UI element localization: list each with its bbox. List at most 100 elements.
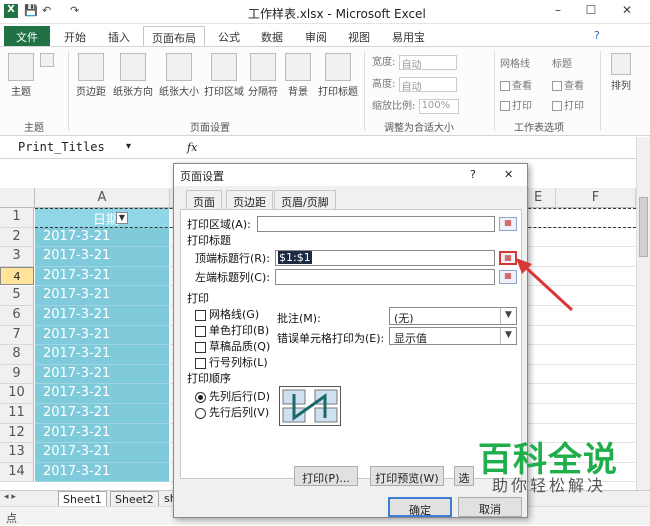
table-cell[interactable]: 2017-3-21 [35,462,169,483]
headings-view-checkbox[interactable]: 查看 [552,77,584,92]
comments-select[interactable]: (无) ▼ [389,307,517,325]
row-header[interactable]: 4 [0,266,34,285]
print-section-heading: 打印 [187,292,209,305]
options-button[interactable]: 选 [454,466,474,486]
draft-quality-checkbox[interactable]: 草稿品质(Q) [195,338,270,354]
row-col-headings-checkbox[interactable]: 行号列标(L) [195,354,268,370]
width-control[interactable]: 宽度: 自动 [372,53,457,71]
collapse-dialog-icon[interactable]: ▦ [499,217,517,231]
print-preview-button[interactable]: 打印预览(W) [370,466,444,486]
ribbon-tabs: 文件 开始 插入 页面布局 公式 数据 审阅 视图 易用宝 ? [0,24,650,46]
themes-button[interactable]: 主题 [6,53,36,98]
down-then-over-radio[interactable]: 先列后行(D) [195,388,270,404]
name-box-dropdown-icon[interactable]: ▾ [126,141,131,152]
cell-errors-select[interactable]: 显示值 ▼ [389,327,517,345]
scale-control[interactable]: 缩放比例: 100% [372,97,459,114]
tab-page[interactable]: 页面 [186,190,222,210]
row-header[interactable]: 7 [0,325,34,346]
row-header[interactable]: 8 [0,345,34,365]
column-header-a[interactable]: A [35,188,170,208]
row-header[interactable]: 13 [0,443,34,463]
column-header-f[interactable]: F [556,188,636,208]
orientation-button[interactable]: 纸张方向 [110,53,156,98]
help-icon[interactable]: ? [586,26,608,46]
cancel-button[interactable]: 取消 [458,497,522,517]
minimize-button[interactable]: – [545,3,571,21]
tab-page-layout[interactable]: 页面布局 [143,26,205,46]
table-cell[interactable]: 2017-3-21 [35,286,169,306]
tab-home[interactable]: 开始 [56,26,94,46]
name-box[interactable]: Print_Titles [2,140,132,157]
undo-icon[interactable]: ↶ [42,4,51,17]
tab-review[interactable]: 审阅 [297,26,335,46]
save-icon[interactable]: 💾 [24,4,38,17]
scroll-thumb[interactable] [639,197,648,257]
tab-file[interactable]: 文件 [4,26,50,46]
status-text: 点 [6,512,17,525]
row-header[interactable]: 14 [0,462,34,483]
gridlines-print-checkbox[interactable]: 打印 [500,97,532,112]
arrange-button[interactable]: 排列 [604,53,638,92]
print-area-button[interactable]: 打印区域 [202,53,246,98]
dialog-close-button[interactable]: ✕ [504,168,513,181]
table-cell[interactable]: 2017-3-21 [35,247,169,267]
print-titles-icon [325,53,351,81]
row-header[interactable]: 6 [0,306,34,326]
margins-button[interactable]: 页边距 [74,53,108,98]
table-cell[interactable]: 2017-3-21 [35,266,169,287]
gridlines-checkbox[interactable]: 网格线(G) [195,306,259,322]
sheet-nav-icon[interactable]: ◂ ▸ [4,492,16,502]
tab-header-footer[interactable]: 页眉/页脚 [274,190,336,210]
table-cell[interactable]: 2017-3-21 [35,404,169,424]
size-button[interactable]: 纸张大小 [156,53,202,98]
row-header[interactable]: 2 [0,227,34,248]
headings-print-checkbox[interactable]: 打印 [552,97,584,112]
row-header[interactable]: 5 [0,286,34,306]
table-cell[interactable]: 2017-3-21 [35,384,169,404]
height-control[interactable]: 高度: 自动 [372,75,457,93]
table-cell[interactable]: 2017-3-21 [35,227,169,248]
filter-dropdown-icon[interactable]: ▼ [116,212,128,224]
row-header[interactable]: 1 [0,208,34,228]
rows-to-repeat-input[interactable]: $1:$1 [275,250,495,266]
tab-view[interactable]: 视图 [340,26,378,46]
row-header[interactable]: 10 [0,384,34,404]
tab-margins[interactable]: 页边距 [226,190,273,210]
over-then-down-radio[interactable]: 先行后列(V) [195,404,269,420]
table-cell[interactable]: 2017-3-21 [35,364,169,385]
row-header[interactable]: 11 [0,404,34,424]
close-button[interactable]: ✕ [614,3,640,21]
ok-button[interactable]: 确定 [388,497,452,517]
title-bar: X 💾 ↶ ↷ 工作样表.xlsx - Microsoft Excel – ☐ … [0,0,650,24]
print-titles-button[interactable]: 打印标题 [316,53,360,98]
table-cell[interactable]: 2017-3-21 [35,325,169,346]
print-area-input[interactable] [257,216,495,232]
black-white-checkbox[interactable]: 单色打印(B) [195,322,269,338]
help-button[interactable]: ? [470,168,476,181]
row-header[interactable]: 3 [0,247,34,267]
table-cell[interactable]: 2017-3-21 [35,306,169,326]
header-cell[interactable]: 日期 [35,208,169,228]
theme-colors-button[interactable] [38,53,56,69]
table-cell[interactable]: 2017-3-21 [35,345,169,365]
redo-icon[interactable]: ↷ [70,4,79,17]
background-button[interactable]: 背景 [282,53,314,98]
vertical-scrollbar[interactable] [636,137,650,490]
select-all-corner[interactable] [0,188,35,208]
row-header[interactable]: 9 [0,364,34,385]
maximize-button[interactable]: ☐ [578,3,604,21]
tab-formulas[interactable]: 公式 [210,26,248,46]
columns-to-repeat-input[interactable] [275,269,495,285]
fx-icon[interactable]: fx [187,141,197,154]
tab-insert[interactable]: 插入 [100,26,138,46]
print-button[interactable]: 打印(P)... [294,466,358,486]
tab-easy-tools[interactable]: 易用宝 [384,26,433,46]
column-header-e[interactable]: E [528,188,556,208]
formula-input[interactable] [206,140,634,157]
table-cell[interactable]: 2017-3-21 [35,443,169,463]
gridlines-view-checkbox[interactable]: 查看 [500,77,532,92]
table-cell[interactable]: 2017-3-21 [35,423,169,444]
breaks-button[interactable]: 分隔符 [246,53,280,98]
row-header[interactable]: 12 [0,423,34,444]
tab-data[interactable]: 数据 [253,26,291,46]
